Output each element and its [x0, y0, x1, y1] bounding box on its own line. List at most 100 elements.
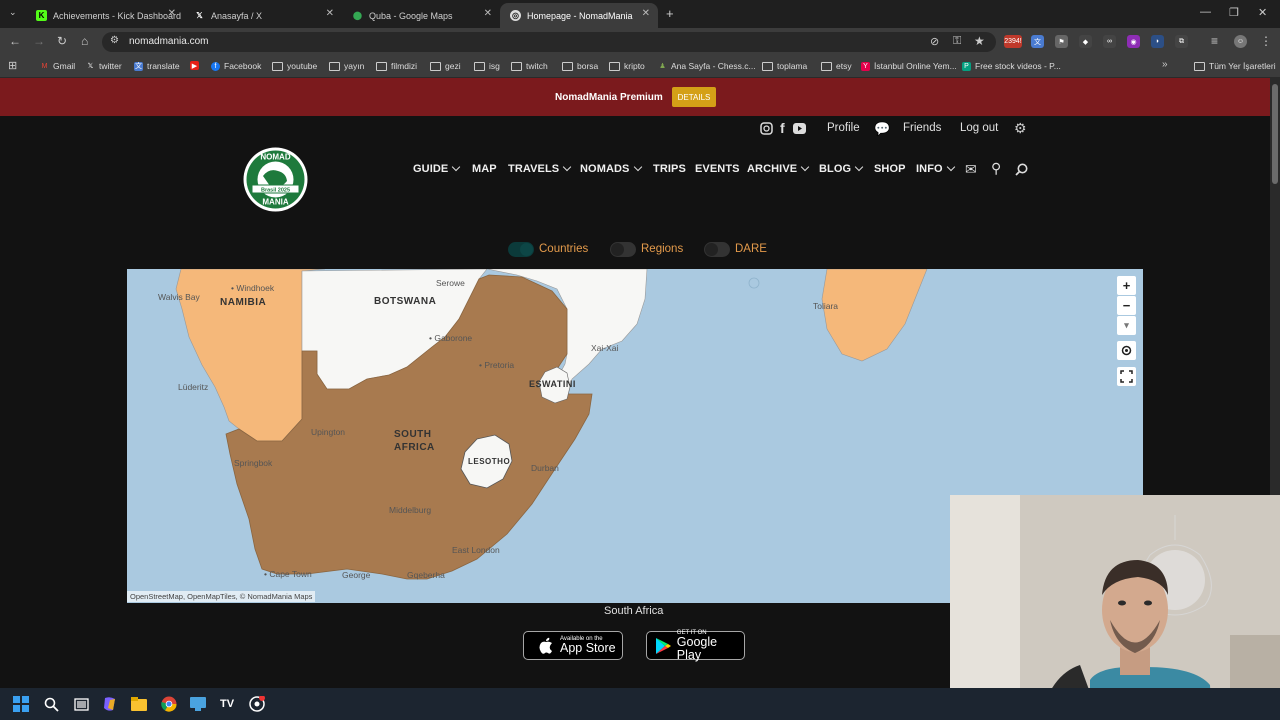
search-icon[interactable]: [42, 695, 60, 713]
bookmark-folder-filmdizi[interactable]: filmdizi: [376, 61, 417, 71]
obs-icon[interactable]: [248, 695, 266, 713]
tab-nomadmania[interactable]: ◎ Homepage - NomadMania ✕: [500, 3, 658, 28]
password-key-icon[interactable]: ⚿: [953, 35, 961, 48]
zoom-in-button[interactable]: +: [1117, 276, 1136, 295]
toggle-countries[interactable]: [508, 242, 534, 257]
bookmark-folder-yayin[interactable]: yayın: [329, 61, 364, 71]
back-icon[interactable]: ←: [9, 34, 21, 48]
tab-x[interactable]: 𝕏 Anasayfa / X ✕: [184, 3, 342, 28]
windows-start-icon[interactable]: [12, 695, 30, 713]
nav-map[interactable]: MAP: [472, 163, 497, 175]
extension-badge[interactable]: 2394!: [1004, 35, 1022, 48]
nav-events[interactable]: EVENTS: [695, 163, 740, 175]
logo-text-bottom: MANIA: [262, 198, 288, 207]
search-icon[interactable]: [1015, 163, 1028, 176]
bookmark-yemeksepeti[interactable]: Y İstanbul Online Yem...: [861, 61, 957, 71]
nav-travels[interactable]: TRAVELS: [508, 162, 572, 175]
facebook-icon[interactable]: f: [780, 120, 785, 136]
nav-nomads[interactable]: NOMADS: [580, 162, 642, 175]
zoom-out-button[interactable]: −: [1117, 296, 1136, 315]
extension-icon[interactable]: ◗: [1151, 35, 1164, 48]
bookmark-folder-gezi[interactable]: gezi: [430, 61, 461, 71]
location-pin-icon[interactable]: ⚲: [991, 160, 1001, 177]
bookmark-translate[interactable]: 文 translate: [134, 61, 180, 71]
menu-icon[interactable]: ⋮: [1260, 34, 1272, 48]
nav-blog[interactable]: BLOG: [819, 162, 864, 175]
logout-link[interactable]: Log out: [960, 122, 998, 134]
bookmark-folder-isg[interactable]: isg: [474, 61, 500, 71]
bookmark-pexels[interactable]: P Free stock videos - P...: [962, 61, 1061, 71]
copilot-icon[interactable]: [101, 695, 119, 713]
more-bookmarks-icon[interactable]: »: [1162, 59, 1168, 70]
bookmark-twitter[interactable]: 𝕏twitter: [86, 61, 122, 71]
google-play-badge[interactable]: GET IT ON Google Play: [646, 630, 745, 661]
file-explorer-icon[interactable]: [130, 695, 148, 713]
reset-bearing-button[interactable]: ▾: [1117, 316, 1136, 335]
bookmark-gmail[interactable]: M Gmail: [40, 61, 76, 71]
tab-kick[interactable]: K Achievements - Kick Dashboard ✕: [26, 3, 184, 28]
new-tab-button[interactable]: +: [666, 6, 674, 21]
remote-desktop-icon[interactable]: [189, 695, 207, 713]
bookmark-chess[interactable]: ♟ Ana Sayfa - Chess.c...: [658, 61, 755, 71]
bookmark-folder-etsy[interactable]: etsy: [821, 61, 852, 71]
youtube-icon[interactable]: [793, 123, 806, 134]
tab-google-maps[interactable]: ⬤ Quba - Google Maps ✕: [342, 3, 500, 28]
map-attribution[interactable]: OpenStreetMap, OpenMapTiles, © NomadMani…: [127, 591, 316, 602]
bookmark-youtube[interactable]: ▶: [190, 61, 203, 70]
home-icon[interactable]: ⌂: [81, 34, 88, 48]
close-icon[interactable]: ✕: [484, 8, 492, 19]
url-text[interactable]: nomadmania.com: [129, 36, 208, 47]
site-info-icon[interactable]: ⚙: [110, 35, 119, 46]
bookmark-folder-youtube[interactable]: youtube: [272, 61, 317, 71]
close-icon[interactable]: ✕: [642, 8, 650, 19]
all-bookmarks-folder[interactable]: Tüm Yer İşaretleri: [1194, 61, 1276, 71]
instagram-icon[interactable]: [760, 122, 773, 135]
nav-info[interactable]: INFO: [916, 162, 955, 175]
close-icon[interactable]: ✕: [168, 8, 176, 19]
tab-search-icon[interactable]: ⌄: [9, 7, 17, 18]
extensions-puzzle-icon[interactable]: ⧉: [1175, 35, 1188, 48]
app-store-badge[interactable]: Available on the App Store: [523, 631, 623, 660]
task-view-icon[interactable]: [72, 695, 90, 713]
nav-shop[interactable]: SHOP: [874, 163, 906, 175]
chat-bubbles-icon[interactable]: 💬: [874, 121, 890, 137]
details-button[interactable]: DETAILS: [672, 87, 716, 107]
fullscreen-button[interactable]: [1117, 367, 1136, 386]
chrome-icon[interactable]: [160, 695, 178, 713]
profile-link[interactable]: Profile: [827, 122, 860, 134]
maximize-icon[interactable]: ❐: [1229, 6, 1239, 19]
no-camera-icon[interactable]: ⊘: [930, 35, 939, 48]
extension-icon[interactable]: ∞: [1103, 35, 1116, 48]
extension-icon[interactable]: ⚑: [1055, 35, 1068, 48]
minimize-icon[interactable]: —: [1200, 6, 1211, 18]
address-bar[interactable]: [102, 32, 996, 52]
mail-envelope-icon[interactable]: ✉: [965, 161, 977, 178]
profile-avatar[interactable]: ☺: [1234, 35, 1247, 48]
extension-icon[interactable]: ◉: [1127, 35, 1140, 48]
reading-list-icon[interactable]: ≡: [1211, 34, 1218, 48]
window-close-icon[interactable]: ✕: [1258, 6, 1267, 19]
nav-archive[interactable]: ARCHIVE: [747, 162, 810, 175]
toggle-regions[interactable]: [610, 242, 636, 257]
bookmark-folder-borsa[interactable]: borsa: [562, 61, 598, 71]
bookmark-star-icon[interactable]: ★: [974, 34, 985, 48]
scrollbar-thumb[interactable]: [1272, 84, 1278, 184]
settings-gear-icon[interactable]: ⚙: [1014, 120, 1027, 137]
bookmark-folder-toplama[interactable]: toplama: [762, 61, 807, 71]
translate-extension-icon[interactable]: 文: [1031, 35, 1044, 48]
nav-guide[interactable]: GUIDE: [413, 162, 461, 175]
bookmark-facebook[interactable]: f Facebook: [211, 61, 261, 71]
locate-button[interactable]: [1117, 341, 1136, 360]
toggle-dare[interactable]: [704, 242, 730, 257]
forward-icon[interactable]: →: [33, 34, 45, 48]
friends-link[interactable]: Friends: [903, 122, 941, 134]
bookmark-folder-kripto[interactable]: kripto: [609, 61, 645, 71]
close-icon[interactable]: ✕: [326, 8, 334, 19]
apps-grid-icon[interactable]: ⊞: [8, 59, 17, 72]
extension-icon[interactable]: ◆: [1079, 35, 1092, 48]
nav-trips[interactable]: TRIPS: [653, 163, 686, 175]
nomadmania-logo[interactable]: NOMAD MANIA Brasil 2025: [242, 146, 309, 213]
bookmark-folder-twitch[interactable]: twitch: [511, 61, 548, 71]
tradingview-icon[interactable]: TV: [218, 695, 236, 713]
reload-icon[interactable]: ↻: [57, 34, 67, 48]
